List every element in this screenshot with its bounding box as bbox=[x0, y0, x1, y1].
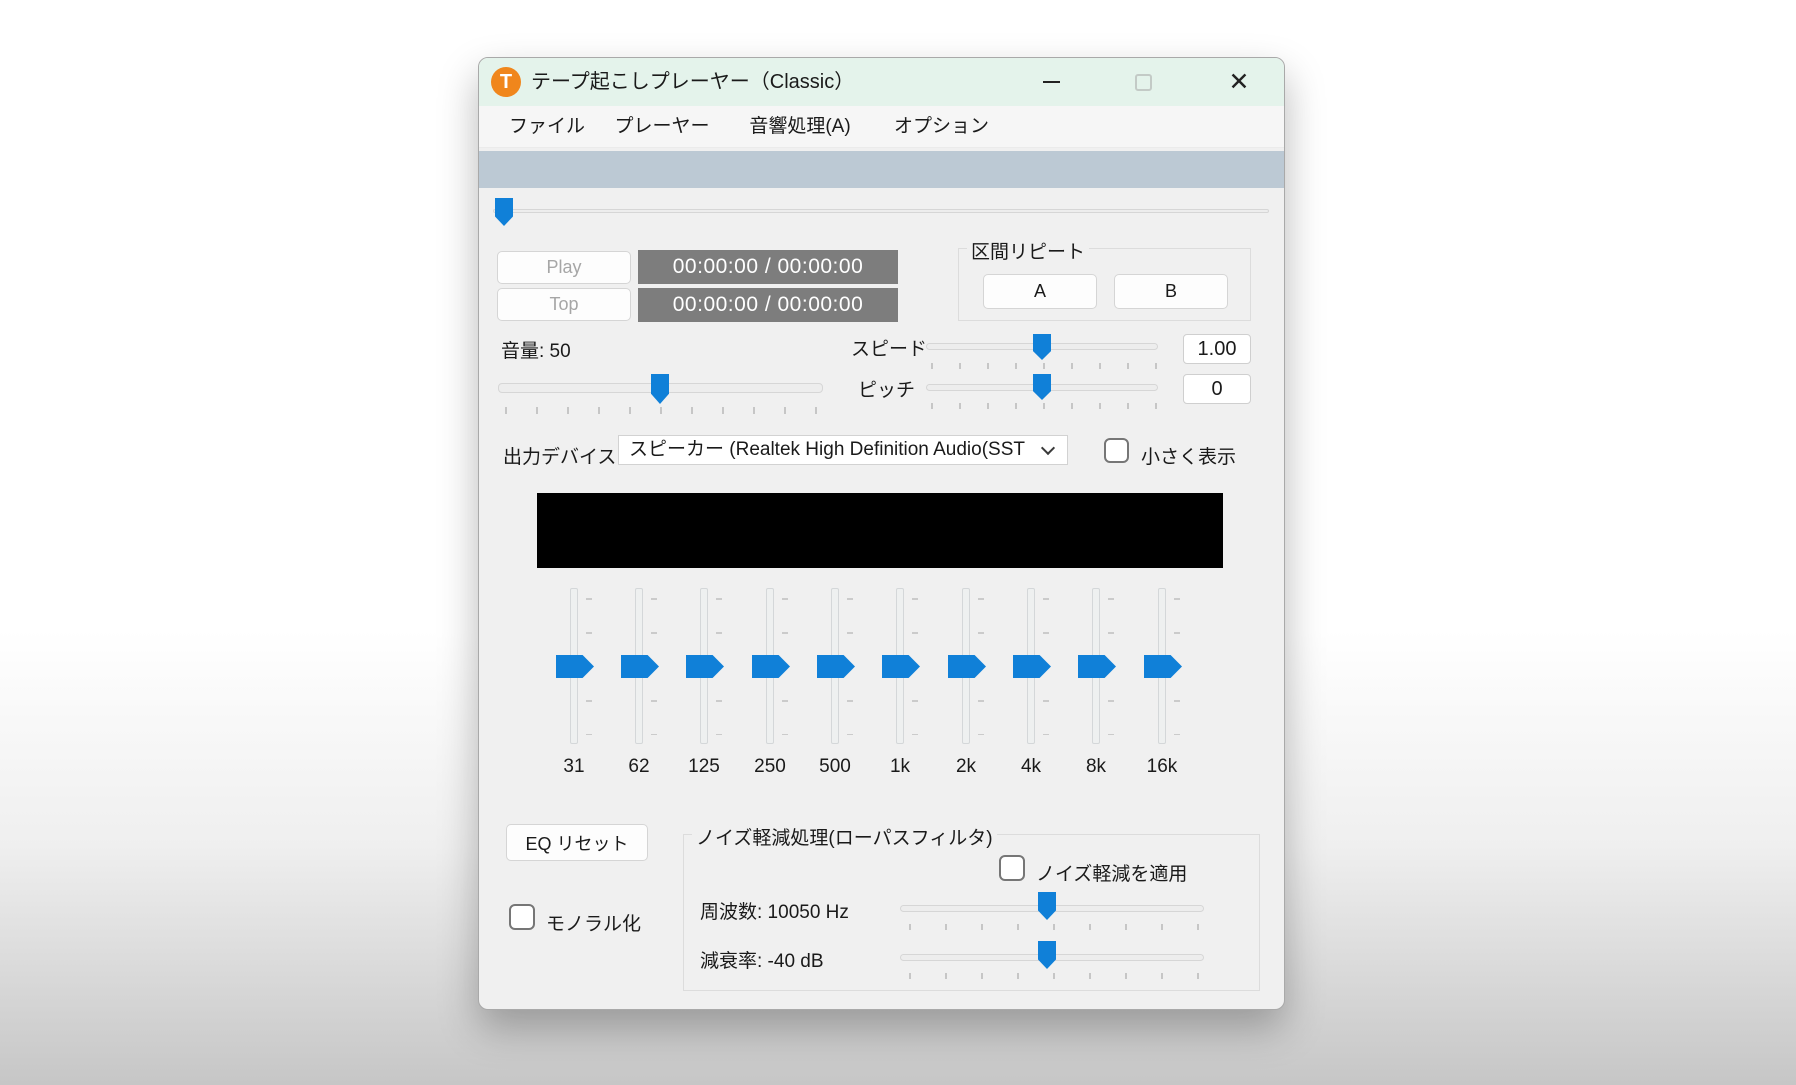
small-view-label: 小さく表示 bbox=[1141, 442, 1236, 469]
menu-file[interactable]: ファイル(F) bbox=[508, 106, 586, 148]
maximize-button[interactable] bbox=[1123, 62, 1163, 102]
noise-apply-label: ノイズ軽減を適用 bbox=[1036, 859, 1187, 886]
repeat-a-button[interactable]: A bbox=[983, 274, 1097, 309]
pitch-slider-ticks bbox=[931, 403, 1157, 409]
eq-band-label: 62 bbox=[607, 756, 671, 778]
mono-label: モノラル化 bbox=[546, 909, 641, 936]
window-title: テープ起こしプレーヤー（Classic） bbox=[531, 58, 854, 106]
eq-slider-1k: 1k bbox=[868, 586, 932, 782]
ab-repeat-group: 区間リピート A B bbox=[958, 248, 1251, 321]
seek-slider-track[interactable] bbox=[493, 209, 1269, 213]
time-display-main: 00:00:00 / 00:00:00 bbox=[638, 250, 898, 284]
top-button[interactable]: Top bbox=[497, 288, 631, 321]
pitch-slider-thumb[interactable] bbox=[1033, 374, 1051, 400]
eq-band-label: 16k bbox=[1130, 756, 1194, 778]
eq-slider-8k: 8k bbox=[1064, 586, 1128, 782]
volume-slider-ticks bbox=[505, 407, 819, 414]
seek-slider-thumb[interactable] bbox=[495, 198, 513, 226]
close-button[interactable]: ✕ bbox=[1219, 62, 1259, 102]
toolbar-strip bbox=[479, 151, 1284, 188]
eq-slider-500: 500 bbox=[803, 586, 867, 782]
app-icon-letter: T bbox=[500, 71, 512, 94]
noise-reduction-group: ノイズ軽減処理(ローパスフィルタ) ノイズ軽減を適用 周波数: 10050 Hz… bbox=[683, 834, 1260, 991]
eq-reset-button[interactable]: EQ リセット bbox=[506, 824, 648, 861]
menu-player[interactable]: プレーヤー(P) bbox=[609, 106, 715, 148]
frequency-slider-thumb[interactable] bbox=[1038, 892, 1056, 920]
minimize-button[interactable] bbox=[1031, 62, 1071, 102]
pitch-value: 0 bbox=[1183, 374, 1251, 404]
menu-options[interactable]: オプション(O) bbox=[888, 106, 995, 148]
noise-reduction-title: ノイズ軽減処理(ローパスフィルタ) bbox=[692, 823, 997, 850]
eq-slider-250: 250 bbox=[738, 586, 802, 782]
noise-apply-checkbox[interactable] bbox=[999, 855, 1025, 881]
output-device-select[interactable]: スピーカー (Realtek High Definition Audio(SST bbox=[618, 435, 1068, 465]
attenuation-label: 減衰率: -40 dB bbox=[700, 946, 824, 973]
repeat-a-label: A bbox=[1034, 281, 1046, 302]
eq-band-label: 4k bbox=[999, 756, 1063, 778]
close-icon: ✕ bbox=[1229, 70, 1250, 95]
eq-band-label: 2k bbox=[934, 756, 998, 778]
eq-slider-2k: 2k bbox=[934, 586, 998, 782]
chevron-down-icon bbox=[1041, 441, 1055, 455]
pitch-label: ピッチ bbox=[858, 375, 915, 402]
frequency-slider-ticks bbox=[909, 924, 1201, 930]
app-icon: T bbox=[491, 67, 521, 97]
speed-label: スピード bbox=[851, 334, 927, 361]
titlebar[interactable]: T テープ起こしプレーヤー（Classic） ✕ bbox=[479, 58, 1284, 106]
attenuation-slider-thumb[interactable] bbox=[1038, 941, 1056, 969]
eq-band-label: 8k bbox=[1064, 756, 1128, 778]
output-device-label: 出力デバイス bbox=[503, 442, 616, 469]
eq-slider-62: 62 bbox=[607, 586, 671, 782]
eq-band-label: 1k bbox=[868, 756, 932, 778]
eq-slider-16k: 16k bbox=[1130, 586, 1194, 782]
attenuation-slider-ticks bbox=[909, 973, 1201, 979]
ab-repeat-title: 区間リピート bbox=[967, 237, 1089, 264]
eq-band-label: 31 bbox=[542, 756, 606, 778]
minimize-icon bbox=[1043, 81, 1060, 83]
play-button-label: Play bbox=[546, 257, 581, 278]
repeat-b-label: B bbox=[1165, 281, 1177, 302]
menubar: ファイル(F) プレーヤー(P) 音響処理(A) オプション(O) bbox=[479, 106, 1284, 148]
play-button[interactable]: Play bbox=[497, 251, 631, 284]
top-button-label: Top bbox=[549, 294, 578, 315]
output-device-value: スピーカー (Realtek High Definition Audio(SST bbox=[629, 439, 1025, 460]
volume-slider-thumb[interactable] bbox=[651, 374, 669, 404]
frequency-label: 周波数: 10050 Hz bbox=[700, 897, 849, 924]
waveform-display bbox=[537, 493, 1223, 568]
time-display-sub: 00:00:00 / 00:00:00 bbox=[638, 288, 898, 322]
eq-slider-125: 125 bbox=[672, 586, 736, 782]
eq-band-label: 250 bbox=[738, 756, 802, 778]
app-window: T テープ起こしプレーヤー（Classic） ✕ ファイル(F) プレーヤー(P… bbox=[478, 57, 1285, 1010]
eq-band-label: 125 bbox=[672, 756, 736, 778]
speed-slider-thumb[interactable] bbox=[1033, 334, 1051, 360]
eq-band-label: 500 bbox=[803, 756, 867, 778]
volume-label: 音量: 50 bbox=[501, 336, 571, 363]
eq-reset-label: EQ リセット bbox=[525, 830, 628, 856]
mono-checkbox[interactable] bbox=[509, 904, 535, 930]
small-view-checkbox[interactable] bbox=[1104, 438, 1129, 463]
maximize-icon bbox=[1135, 74, 1152, 91]
speed-slider-ticks bbox=[931, 363, 1157, 369]
eq-slider-4k: 4k bbox=[999, 586, 1063, 782]
speed-value: 1.00 bbox=[1183, 334, 1251, 364]
repeat-b-button[interactable]: B bbox=[1114, 274, 1228, 309]
menu-audio[interactable]: 音響処理(A) bbox=[738, 106, 862, 148]
eq-slider-31: 31 bbox=[542, 586, 606, 782]
